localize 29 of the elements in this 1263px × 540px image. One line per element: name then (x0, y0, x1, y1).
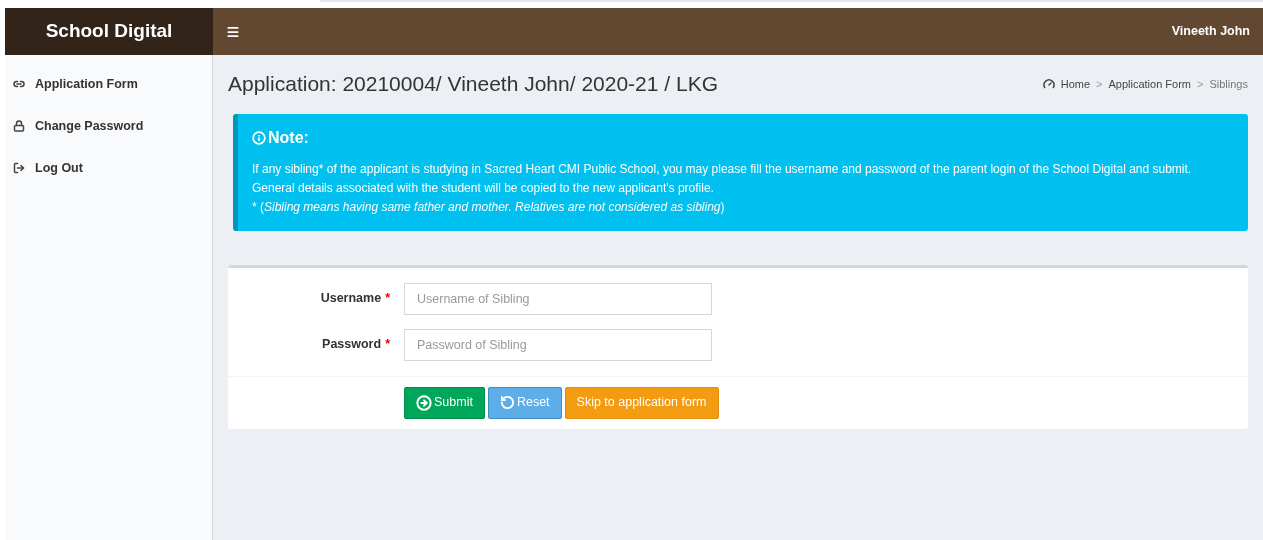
sidebar-item[interactable]: Log Out (5, 147, 212, 189)
note-text: If any sibling* of the applicant is studying in Sacred Heart CMI Public School, you may please fill the username and password of the parent login of the School Digital and submit. (252, 160, 1193, 178)
breadcrumb-link[interactable]: Application Form (1108, 75, 1192, 92)
input-field[interactable]: Password of Sibling (404, 328, 712, 361)
breadcrumb-link[interactable]: Siblings (1209, 75, 1248, 92)
field-label: Username (320, 290, 382, 308)
sidebar-item[interactable]: Application Form (5, 63, 212, 105)
menu-icon[interactable] (226, 24, 240, 39)
info-icon (252, 130, 266, 145)
required-mark: * (385, 336, 390, 354)
logout-icon (13, 162, 25, 174)
note-title: Note: (268, 127, 309, 148)
dashboard-icon (1042, 77, 1055, 90)
sidebar-item[interactable]: Change Password (5, 105, 212, 147)
breadcrumb-separator: > (1096, 76, 1103, 92)
lock-icon (13, 120, 25, 132)
required-mark: * (385, 290, 390, 308)
input-field[interactable]: Username of Sibling (404, 282, 712, 315)
note-text: General details associated with the student will be copied to the new applicant's profile. (252, 179, 715, 197)
undo-icon (499, 395, 515, 410)
user-name[interactable]: Vineeth John (1171, 22, 1250, 41)
arrow-circle-icon (416, 394, 432, 411)
note-footnote: * (Sibling means having same father and mother. Relatives are not considered as sibling) (252, 198, 726, 216)
breadcrumb-link[interactable]: Home (1060, 75, 1091, 92)
link-icon (13, 78, 25, 90)
field-label: Password (322, 336, 382, 354)
breadcrumb-separator: > (1197, 76, 1204, 92)
brand-logo: School Digital (5, 8, 213, 55)
page-title: Application: 20210004/ Vineeth John/ 2020-21 / LKG (228, 71, 718, 97)
